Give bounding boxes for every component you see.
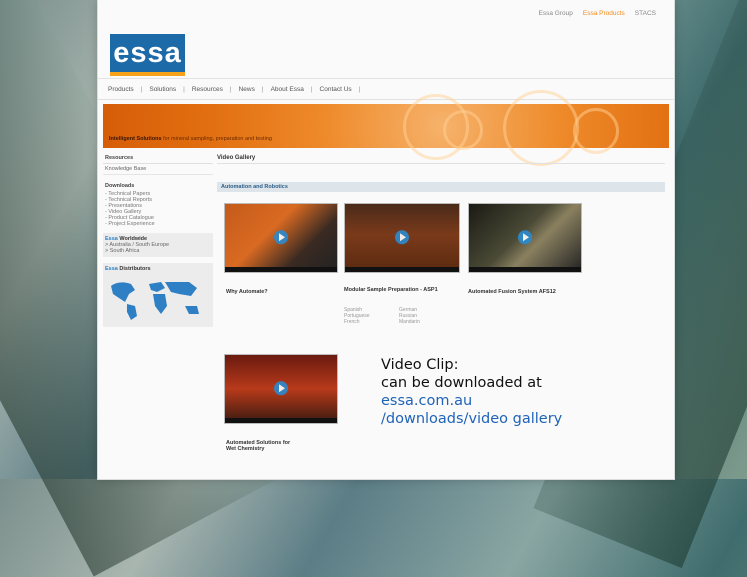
nav-separator: | — [183, 85, 185, 93]
distributors-title: Essa Distributors — [105, 266, 151, 272]
language-list: Spanish Portuguese French — [344, 307, 370, 325]
worldwide-link[interactable]: > South Africa — [105, 248, 211, 254]
nav-separator: | — [229, 85, 232, 93]
video-title[interactable]: Automated Solutions for Wet Chemistry — [226, 440, 296, 452]
download-annotation: Video Clip: can be downloaded at essa.co… — [381, 356, 562, 428]
video-title[interactable]: Automated Fusion System AFS12 — [468, 289, 556, 295]
video-thumbnail[interactable] — [224, 203, 338, 273]
video-thumbnail[interactable] — [224, 354, 338, 424]
language-link[interactable]: Mandarin — [399, 319, 420, 325]
annotation-link[interactable]: essa.com.au — [381, 392, 562, 410]
world-map-icon[interactable] — [105, 276, 209, 322]
video-title[interactable]: Why Automate? — [226, 289, 268, 295]
language-link[interactable]: French — [344, 319, 370, 325]
topnav-essa-products[interactable]: Essa Products — [583, 10, 625, 17]
nav-about[interactable]: About Essa — [271, 86, 304, 93]
play-icon[interactable] — [274, 230, 288, 245]
banner-swirl — [573, 108, 619, 154]
video-title[interactable]: Modular Sample Preparation - ASP1 — [344, 287, 438, 293]
nav-products[interactable]: Products — [108, 86, 134, 93]
play-icon[interactable] — [274, 381, 288, 396]
video-thumbnail[interactable] — [468, 203, 582, 273]
sidebar: Resources Knowledge Base Downloads - Tec… — [103, 153, 213, 383]
topnav-stacs[interactable]: STACS — [635, 10, 656, 17]
sidebar-link[interactable]: - Project Experience — [103, 221, 213, 227]
main-navigation: Products | Solutions | Resources | News | Ab… — [98, 78, 674, 100]
distributors-box: Essa Distributors — [103, 263, 213, 327]
worldwide-box: Essa Worldwide > Australia / South Europ… — [103, 233, 213, 257]
main-content: Video Gallery Automation and Robotics — [217, 153, 665, 192]
video-controls[interactable] — [345, 267, 459, 272]
language-list: German Russian Mandarin — [399, 307, 420, 325]
nav-news[interactable]: News — [239, 86, 255, 93]
sidebar-item-knowledge-base[interactable]: Knowledge Base — [103, 164, 213, 175]
hero-banner: Intelligent Solutions for mineral sampli… — [103, 90, 669, 166]
section-heading: Automation and Robotics — [217, 182, 665, 192]
play-icon[interactable] — [518, 230, 532, 245]
page-title: Video Gallery — [217, 153, 665, 164]
annotation-title: Video Clip: — [381, 357, 459, 373]
sidebar-section-downloads: Downloads — [105, 183, 135, 189]
video-controls[interactable] — [469, 267, 581, 272]
nav-solutions[interactable]: Solutions — [149, 86, 176, 93]
play-icon[interactable] — [395, 230, 409, 245]
nav-separator: | — [261, 85, 264, 93]
video-thumbnail[interactable] — [344, 203, 460, 273]
nav-contact[interactable]: Contact Us — [320, 86, 352, 93]
annotation-text: can be downloaded at — [381, 375, 542, 391]
sidebar-heading: Resources — [103, 153, 213, 164]
video-controls[interactable] — [225, 267, 337, 272]
nav-separator: | — [310, 85, 313, 93]
banner-swirl — [443, 110, 483, 150]
video-controls[interactable] — [225, 418, 337, 423]
sidebar-download-list: - Technical Papers - Technical Reports -… — [103, 191, 213, 227]
nav-separator: | — [140, 85, 143, 93]
nav-resources[interactable]: Resources — [192, 86, 223, 93]
nav-separator: | — [358, 85, 361, 93]
essa-logo[interactable]: essa — [110, 34, 185, 76]
topnav-essa-group[interactable]: Essa Group — [539, 10, 573, 17]
banner-tagline: Intelligent Solutions for mineral sampli… — [109, 136, 272, 142]
annotation-link-path[interactable]: /downloads/video gallery — [381, 410, 562, 428]
top-navigation: Essa Group Essa Products STACS — [539, 10, 656, 17]
